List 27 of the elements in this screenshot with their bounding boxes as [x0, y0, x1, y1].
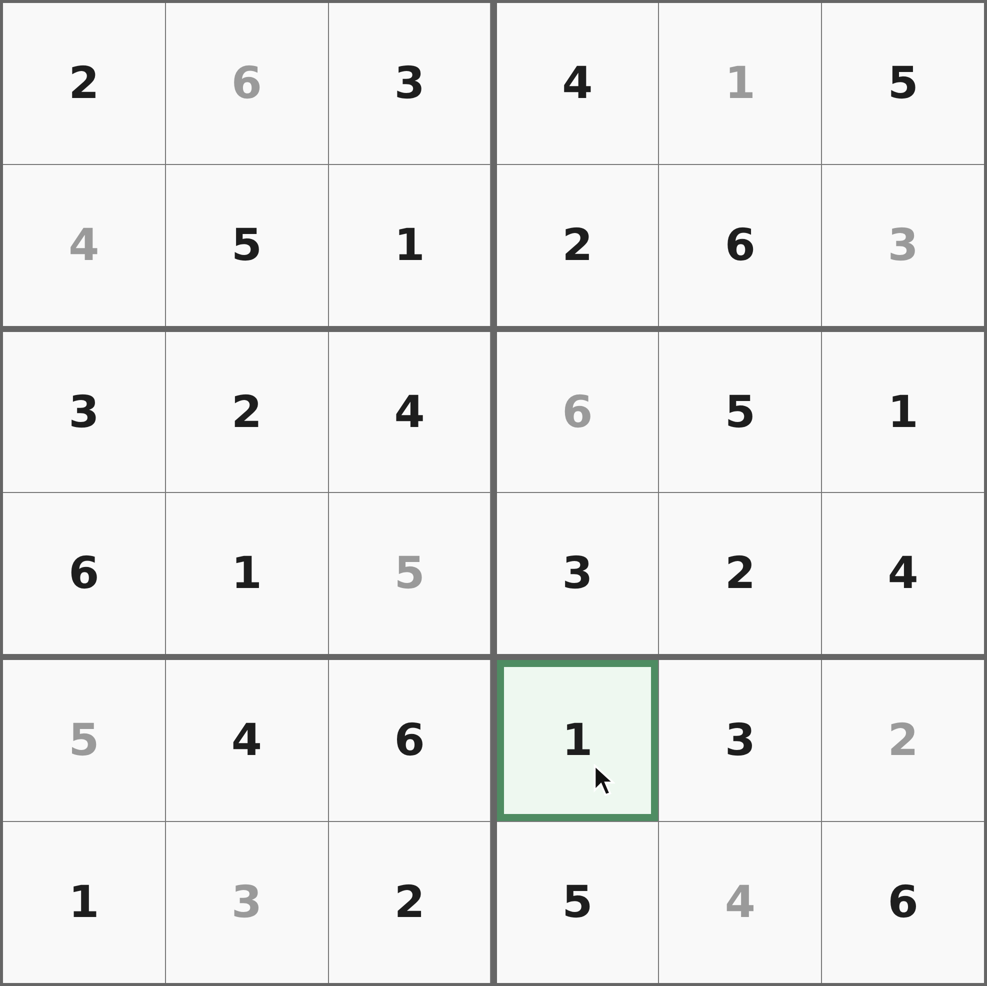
sudoku-cell[interactable]: 5 — [496, 822, 658, 983]
sudoku-cell[interactable]: 4 — [496, 3, 658, 164]
sudoku-cell[interactable]: 1 — [3, 822, 165, 983]
sudoku-cell[interactable]: 1 — [328, 164, 490, 326]
sudoku-cell[interactable]: 3 — [3, 332, 165, 492]
sudoku-cell[interactable]: 6 — [328, 660, 490, 822]
sudoku-cell[interactable]: 6 — [659, 164, 822, 326]
sudoku-cell[interactable]: 1 — [496, 660, 658, 822]
sudoku-cell[interactable]: 5 — [659, 332, 822, 492]
sudoku-cell[interactable]: 3 — [328, 3, 490, 164]
sudoku-cell[interactable]: 6 — [822, 822, 984, 983]
sudoku-cell[interactable]: 3 — [496, 493, 658, 654]
sudoku-cell[interactable]: 4 — [166, 660, 328, 822]
sudoku-cell[interactable]: 2 — [496, 164, 658, 326]
sudoku-cell[interactable]: 3 — [659, 660, 822, 822]
sudoku-cell[interactable]: 5 — [166, 164, 328, 326]
sudoku-cell[interactable]: 4 — [328, 332, 490, 492]
sudoku-cell[interactable]: 1 — [822, 332, 984, 492]
mouse-pointer-icon — [592, 764, 614, 798]
sudoku-cell[interactable]: 6 — [3, 493, 165, 654]
sudoku-cell[interactable]: 2 — [659, 493, 822, 654]
sudoku-cell[interactable]: 5 — [822, 3, 984, 164]
sudoku-cell[interactable]: 4 — [822, 493, 984, 654]
sudoku-cell[interactable]: 1 — [166, 493, 328, 654]
sudoku-cell[interactable]: 2 — [328, 822, 490, 983]
sudoku-cell[interactable]: 2 — [166, 332, 328, 492]
sudoku-cell[interactable]: 2 — [3, 3, 165, 164]
